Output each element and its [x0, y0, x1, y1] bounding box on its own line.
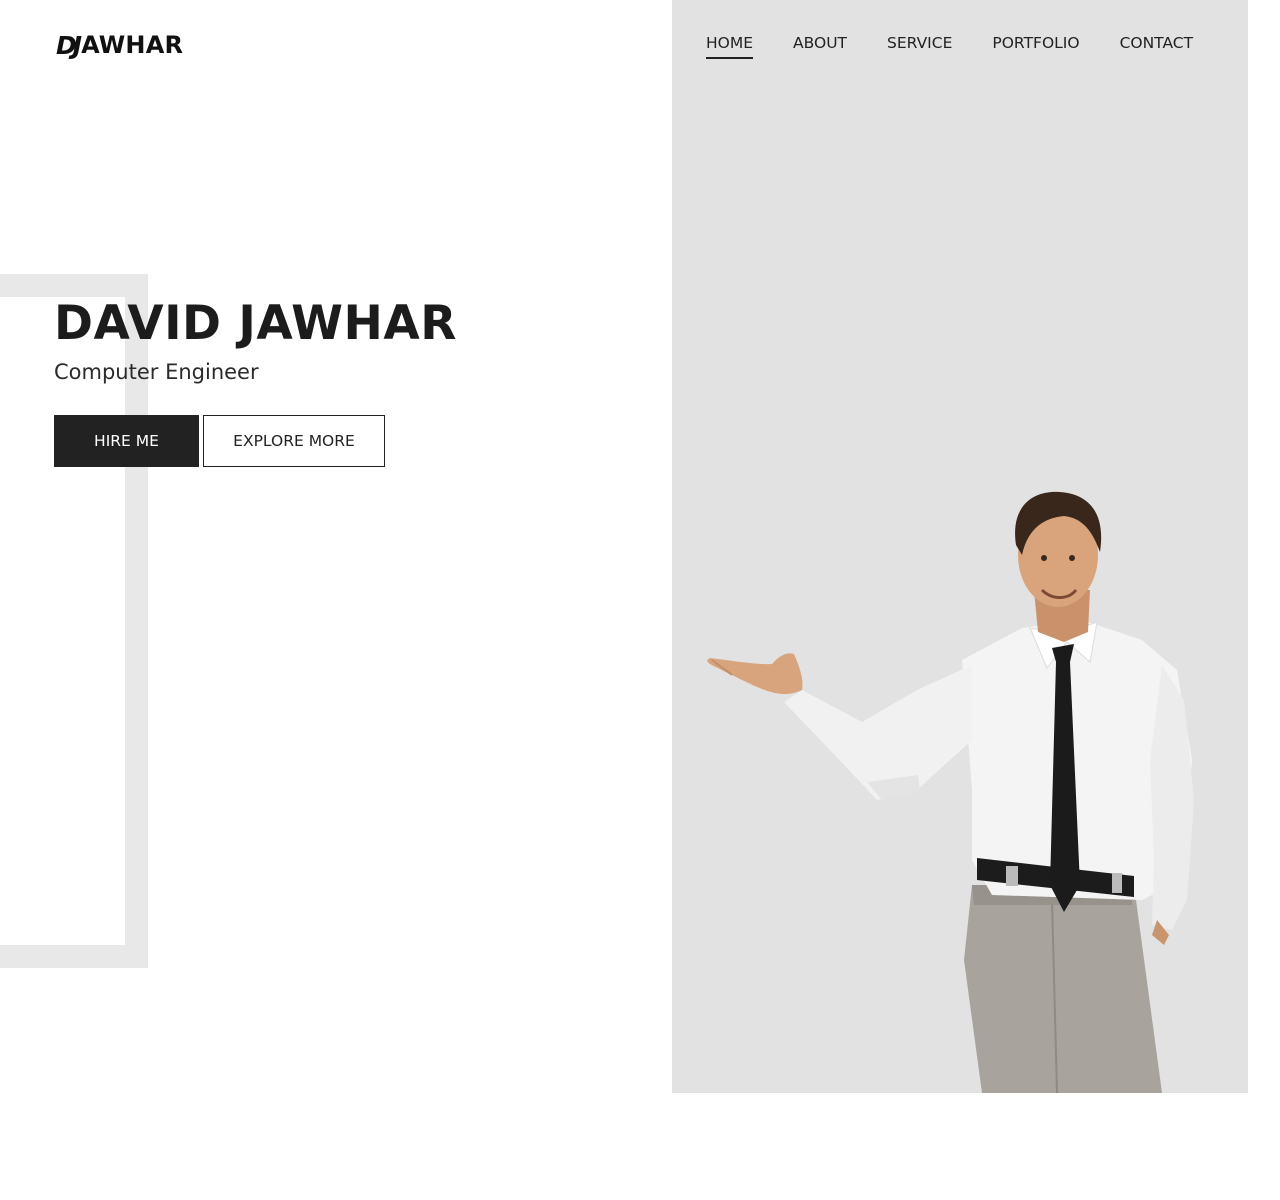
nav-portfolio[interactable]: PORTFOLIO [992, 34, 1079, 58]
hero-name: DAVID JAWHAR [54, 296, 457, 351]
hero-role: Computer Engineer [54, 360, 259, 384]
businessman-photo [707, 491, 1194, 1093]
nav-service[interactable]: SERVICE [887, 34, 952, 58]
nav-about[interactable]: ABOUT [793, 34, 847, 58]
logo-text: AWHAR [81, 31, 184, 59]
hire-me-button[interactable]: HIRE ME [54, 415, 199, 467]
logo-mark-icon: DJ [56, 30, 82, 60]
hero-image-panel [672, 0, 1248, 1093]
main-navigation: HOME ABOUT SERVICE PORTFOLIO CONTACT [706, 34, 1194, 59]
site-logo[interactable]: DJ AWHAR [56, 28, 183, 62]
nav-home[interactable]: HOME [706, 34, 754, 59]
nav-contact[interactable]: CONTACT [1120, 34, 1194, 58]
explore-more-button[interactable]: EXPLORE MORE [203, 415, 385, 467]
